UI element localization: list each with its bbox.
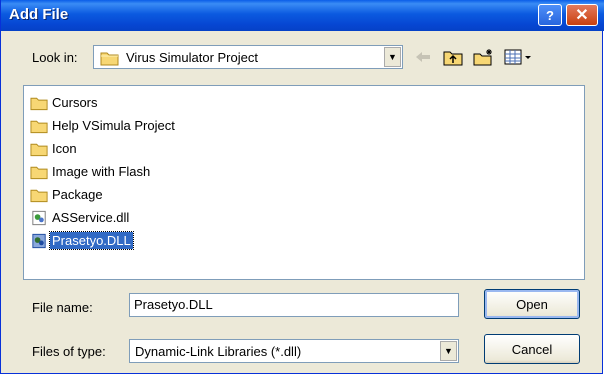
file-name-input[interactable]: Prasetyo.DLL — [129, 293, 459, 317]
help-button[interactable]: ? — [538, 4, 562, 26]
title-bar[interactable]: Add File ? ✕ — [1, 0, 604, 31]
file-name: Cursors — [52, 95, 98, 110]
cancel-button[interactable]: Cancel — [484, 334, 580, 364]
back-arrow-icon[interactable] — [413, 47, 433, 67]
background-strip — [0, 374, 605, 378]
look-in-dropdown[interactable]: Virus Simulator Project ▼ — [93, 45, 403, 69]
folder-icon — [30, 143, 48, 156]
file-type-value: Dynamic-Link Libraries (*.dll) — [135, 344, 302, 359]
list-item-folder[interactable]: Package — [30, 184, 105, 205]
dll-file-icon — [32, 233, 46, 248]
chevron-down-icon[interactable]: ▼ — [440, 341, 457, 361]
file-name-label: File name: — [32, 300, 93, 315]
file-name: Icon — [52, 141, 77, 156]
file-name: ASService.dll — [52, 210, 130, 225]
close-button[interactable]: ✕ — [566, 4, 598, 26]
file-type-dropdown[interactable]: Dynamic-Link Libraries (*.dll) ▼ — [129, 339, 459, 363]
up-folder-icon[interactable] — [442, 47, 464, 67]
chevron-down-icon[interactable]: ▼ — [384, 47, 401, 67]
file-name: Prasetyo.DLL — [49, 231, 134, 250]
folder-icon — [30, 97, 48, 110]
new-folder-icon[interactable] — [472, 47, 496, 67]
file-name: Package — [52, 187, 103, 202]
add-file-dialog: Add File ? ✕ Look in: Virus Simulator Pr… — [0, 0, 604, 374]
folder-icon — [30, 120, 48, 133]
folder-icon — [100, 50, 120, 69]
file-list[interactable]: Cursors Help VSimula Project Icon Image … — [23, 85, 585, 280]
file-name: Help VSimula Project — [52, 118, 175, 133]
dialog-title: Add File — [9, 6, 69, 23]
look-in-label: Look in: — [32, 50, 78, 65]
list-item-dll[interactable]: ASService.dll — [30, 207, 131, 228]
file-name: Image with Flash — [52, 164, 151, 179]
views-menu-icon[interactable] — [503, 47, 533, 67]
dll-file-icon — [32, 210, 46, 225]
folder-icon — [30, 166, 48, 179]
look-in-value: Virus Simulator Project — [126, 50, 258, 65]
list-item-folder[interactable]: Image with Flash — [30, 161, 152, 182]
file-type-label: Files of type: — [32, 344, 106, 359]
list-item-dll-selected[interactable]: Prasetyo.DLL — [30, 230, 134, 251]
open-button[interactable]: Open — [484, 289, 580, 319]
folder-icon — [30, 189, 48, 202]
list-item-folder[interactable]: Help VSimula Project — [30, 115, 177, 136]
list-item-folder[interactable]: Icon — [30, 138, 79, 159]
list-item-folder[interactable]: Cursors — [30, 92, 100, 113]
